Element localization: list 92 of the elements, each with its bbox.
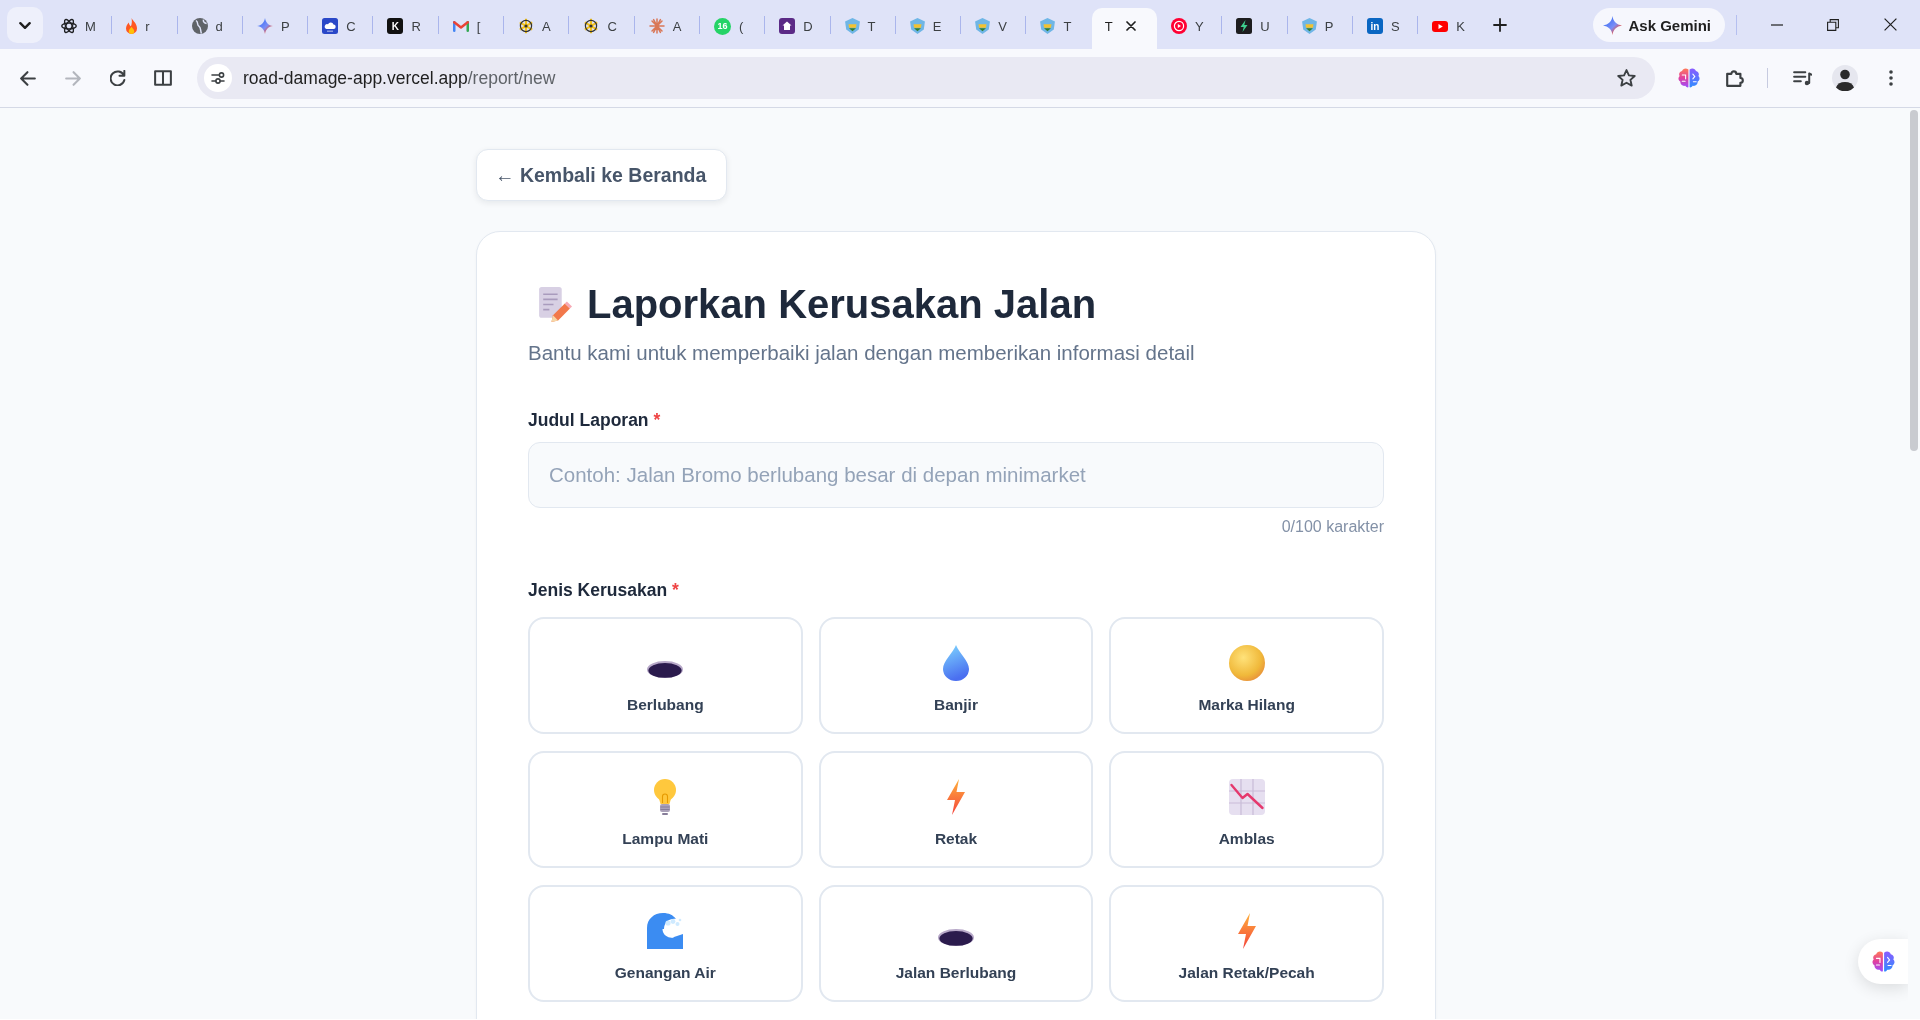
url-text[interactable]: road-damage-app.vercel.app/report/new <box>243 67 556 89</box>
site-settings-icon[interactable] <box>204 64 232 92</box>
plus-icon[interactable] <box>1492 18 1507 32</box>
restore-icon[interactable] <box>1827 18 1839 31</box>
lightning-icon <box>946 779 966 815</box>
cloud-icon <box>322 18 339 34</box>
close-icon[interactable] <box>1884 18 1897 31</box>
play-circle-icon <box>1171 18 1188 34</box>
wave-icon <box>647 913 684 949</box>
damage-type-option[interactable]: Retak <box>818 751 1094 868</box>
ask-button[interactable]: Ask Gemini <box>1593 8 1725 42</box>
brain-icon[interactable] <box>1678 68 1700 88</box>
browser-tab[interactable]: K <box>1418 8 1484 49</box>
droplet-icon <box>943 645 969 681</box>
puzzle-icon[interactable] <box>1726 69 1744 87</box>
lightning-icon <box>1236 913 1257 949</box>
damage-type-option[interactable]: Amblas <box>1109 751 1384 868</box>
browser-tab[interactable]: C <box>569 8 635 49</box>
browser-tab[interactable]: Y <box>1157 8 1223 49</box>
browser-tab[interactable]: K R <box>373 8 439 49</box>
back-button[interactable]: ← Kembali ke Beranda <box>476 149 728 201</box>
chevron-down-icon <box>19 21 31 29</box>
wheel-icon <box>583 18 600 34</box>
starburst-icon <box>648 18 665 34</box>
browser-tab[interactable]: A <box>634 8 700 49</box>
browser-tab[interactable]: [ <box>438 8 505 49</box>
damage-type-option[interactable]: Banjir <box>818 617 1094 734</box>
split-view-icon[interactable] <box>154 70 172 86</box>
browser-tab[interactable]: P <box>242 8 309 49</box>
crest-icon <box>1040 18 1056 34</box>
crest-icon <box>975 18 991 34</box>
count-badge: 16 <box>713 17 731 35</box>
browser-tab[interactable]: C <box>308 8 374 49</box>
page-title: Laporkan Kerusakan Jalan <box>587 281 1097 328</box>
reload-icon[interactable] <box>110 70 126 86</box>
bolt-tile-icon <box>1236 18 1253 34</box>
light-bulb-icon <box>653 779 678 815</box>
browser-tab[interactable]: M <box>47 8 113 49</box>
damage-type-option[interactable]: Marka Hilang <box>1109 617 1384 734</box>
hole-icon <box>938 928 974 946</box>
crest-icon <box>844 18 860 34</box>
sphere-icon <box>1228 645 1265 681</box>
bookmark-star-icon[interactable] <box>1617 68 1636 88</box>
damage-type-option[interactable]: Lampu Mati <box>528 751 803 868</box>
logo-tile: K <box>387 18 404 34</box>
sparkle-icon <box>256 18 273 34</box>
crest-icon <box>909 18 925 34</box>
tab-search-button[interactable] <box>7 7 43 43</box>
flame-icon <box>126 18 138 34</box>
address-bar[interactable]: road-damage-app.vercel.app/report/new <box>197 57 1655 99</box>
browser-tab[interactable]: E <box>895 8 962 49</box>
browser-tab[interactable]: V <box>961 8 1027 49</box>
browser-tab[interactable]: 16 ( <box>699 8 766 49</box>
hole-icon <box>647 660 684 678</box>
more-menu-icon[interactable] <box>1889 70 1893 86</box>
house-icon <box>779 18 796 34</box>
knot-icon <box>61 18 77 34</box>
playlist-icon[interactable] <box>1792 70 1812 86</box>
damage-type-option[interactable]: Berlubang <box>528 617 803 734</box>
scrollbar-thumb[interactable] <box>1910 110 1918 451</box>
assistant-button[interactable] <box>1858 939 1908 984</box>
minimize-icon[interactable] <box>1771 23 1783 26</box>
field-label: Judul Laporan * <box>528 409 661 432</box>
title-input[interactable]: Contoh: Jalan Bromo berlubang besar di depan minimarket <box>528 442 1384 508</box>
damage-type-option[interactable]: Jalan Retak/Pecah <box>1109 885 1384 1002</box>
damage-type-option[interactable]: Genangan Air <box>528 885 803 1002</box>
logo-tile: in <box>1366 18 1383 34</box>
field-label: Jenis Kerusakan * <box>528 579 679 602</box>
mail-icon <box>452 20 469 32</box>
browser-tab[interactable]: T <box>1091 8 1158 49</box>
browser-tab[interactable]: r <box>112 8 178 49</box>
crest-icon <box>1301 18 1317 34</box>
browser-tab[interactable]: A <box>504 8 570 49</box>
browser-tab[interactable]: T <box>830 8 896 49</box>
page-subtitle: Bantu kami untuk memperbaiki jalan dengan memberikan informasi detail <box>528 340 1195 366</box>
globe-icon <box>191 18 208 34</box>
play-icon <box>1432 20 1449 32</box>
wheel-icon <box>518 18 535 34</box>
avatar-icon[interactable] <box>1832 65 1858 91</box>
browser-tab[interactable]: D <box>765 8 831 49</box>
damage-type-option[interactable]: Jalan Berlubang <box>818 885 1094 1002</box>
browser-tab[interactable]: U <box>1222 8 1288 49</box>
browser-tab[interactable]: in S <box>1352 8 1419 49</box>
sparkle-icon <box>1603 15 1623 35</box>
chart-down-icon <box>1228 779 1265 815</box>
browser-tab[interactable]: d <box>177 8 243 49</box>
character-counter: 0/100 karakter <box>1281 518 1384 536</box>
brain-icon <box>1872 951 1895 972</box>
back-icon[interactable] <box>20 70 36 86</box>
browser-tab[interactable]: T <box>1026 8 1092 49</box>
browser-tab[interactable]: P <box>1287 8 1353 49</box>
close-icon[interactable] <box>1125 21 1136 31</box>
